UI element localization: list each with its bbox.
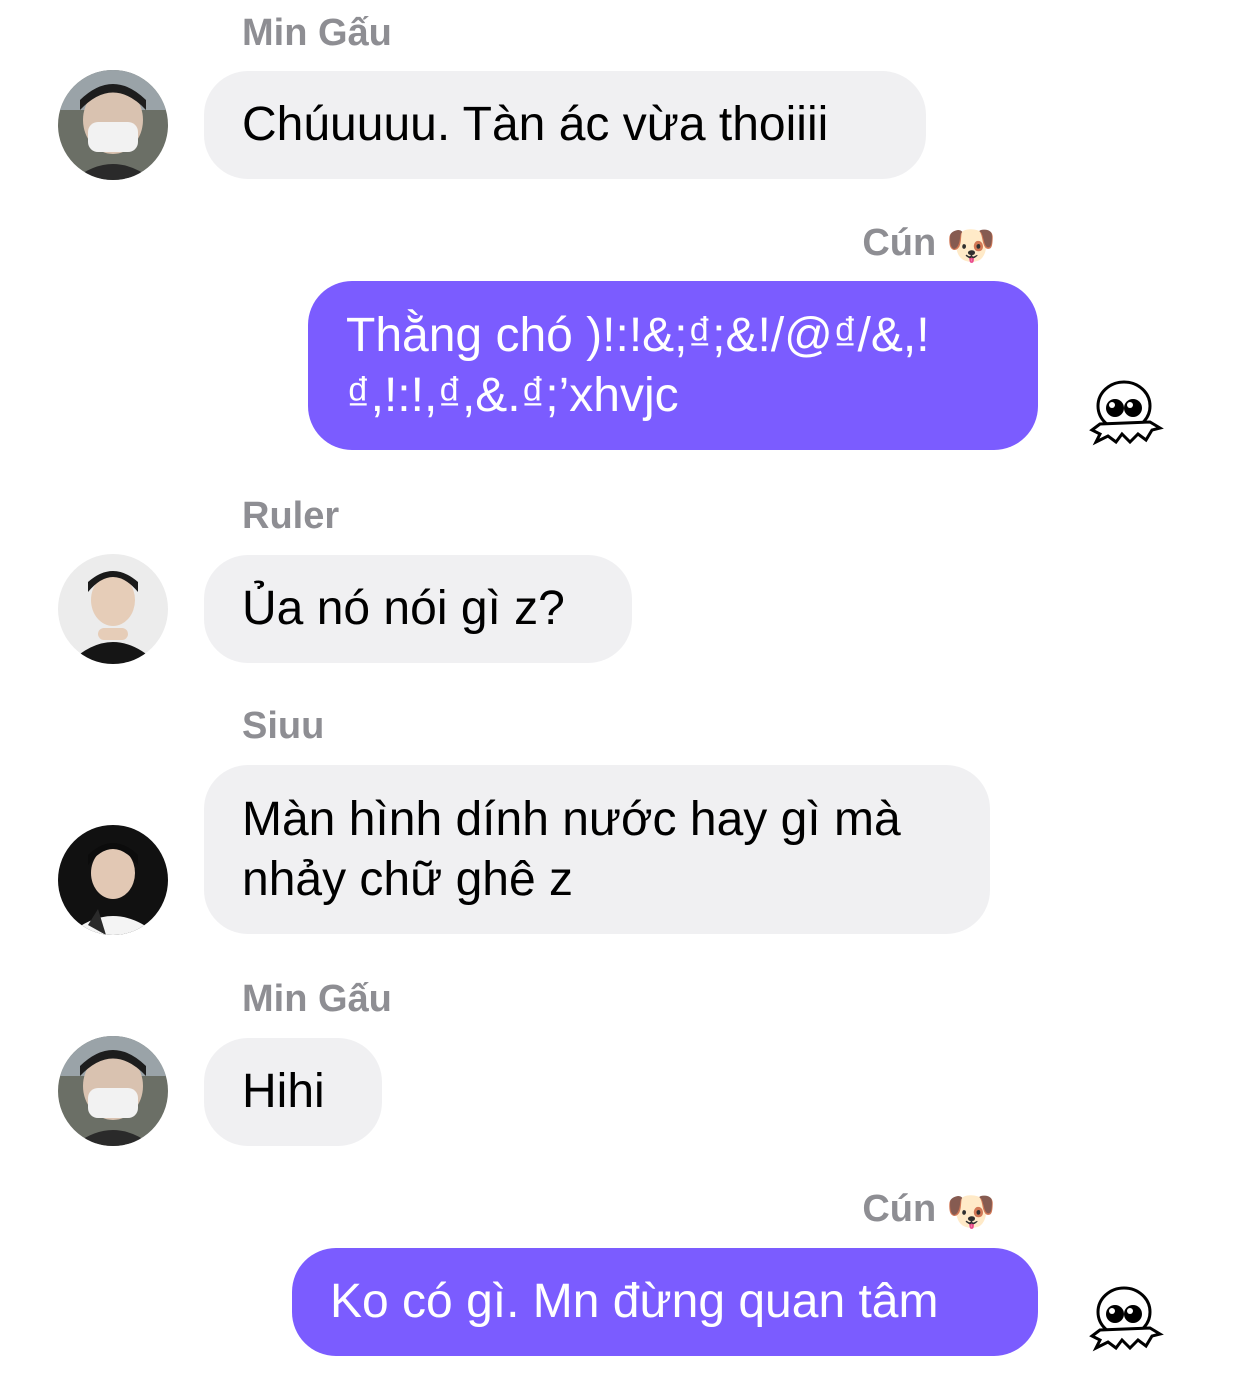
message-text: Thằng chó )!:!&;₫;&!/@₫/&,! xyxy=(346,308,930,362)
person-avatar-icon xyxy=(58,554,168,664)
sender-name: Cún 🐶 xyxy=(862,222,996,269)
sender-name-label: Cún xyxy=(862,222,937,264)
person-avatar-icon xyxy=(58,825,168,935)
sender-name-label: Cún xyxy=(862,1188,937,1230)
message-bubble[interactable]: Màn hình dính nước hay gì mà nhảy chữ gh… xyxy=(204,765,990,934)
message-bubble[interactable]: Ủa nó nói gì z? xyxy=(204,555,632,663)
message-bubble[interactable]: Chúuuuu. Tàn ác vừa thoiiii xyxy=(204,71,926,179)
message-bubble-outgoing[interactable]: Ko có gì. Mn đừng quan tâm xyxy=(292,1248,1038,1356)
message-bubble-outgoing[interactable]: Thằng chó )!:!&;₫;&!/@₫/&,! ₫,!:!,₫,&.₫;… xyxy=(308,281,1038,450)
message-text: Hihi xyxy=(242,1065,325,1118)
sender-name: Min Gấu xyxy=(242,978,392,1020)
sender-name: Min Gấu xyxy=(242,12,392,54)
message-text: nhảy chữ ghê z xyxy=(242,852,574,906)
skull-sticker-icon xyxy=(1086,1278,1166,1358)
avatar-siuu[interactable] xyxy=(58,825,168,935)
dog-emoji-icon: 🐶 xyxy=(946,1190,996,1234)
message-text: Ủa nó nói gì z? xyxy=(242,582,565,635)
message-text: Ko có gì. Mn đừng quan tâm xyxy=(330,1275,939,1328)
message-text: Chúuuuu. Tàn ác vừa thoiiii xyxy=(242,98,829,151)
message-text: Màn hình dính nước hay gì mà xyxy=(242,792,901,846)
dog-emoji-icon: 🐶 xyxy=(946,224,996,268)
sender-name: Siuu xyxy=(242,705,325,747)
person-avatar-icon xyxy=(58,70,168,180)
person-avatar-icon xyxy=(58,1036,168,1146)
sender-name: Ruler xyxy=(242,495,340,537)
message-bubble[interactable]: Hihi xyxy=(204,1038,382,1146)
avatar-min-gau[interactable] xyxy=(58,1036,168,1146)
skull-sticker-icon xyxy=(1086,372,1166,452)
message-text: ₫,!:!,₫,&.₫;’xhvjc xyxy=(346,368,679,422)
sender-name: Cún 🐶 xyxy=(862,1188,996,1235)
avatar-min-gau[interactable] xyxy=(58,70,168,180)
avatar-ruler[interactable] xyxy=(58,554,168,664)
